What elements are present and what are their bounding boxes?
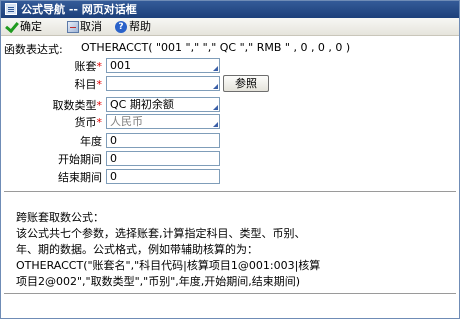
help-icon: ? (115, 20, 127, 33)
required-mark: * (96, 78, 103, 91)
required-mark: * (96, 116, 103, 129)
account-set-label-text: 账套 (74, 60, 97, 73)
currency-label: 货币* (1, 114, 103, 130)
window-title: 公式导航 -- 网页对话框 (21, 3, 137, 16)
value-type-select[interactable]: QC 期初余额 (106, 97, 220, 112)
cancel-icon (67, 20, 79, 33)
value-type-label-text: 取数类型 (52, 99, 97, 112)
subject-label: 科目* (1, 76, 103, 92)
divider-bottom (4, 293, 456, 294)
required-mark: * (96, 99, 103, 112)
subject-input[interactable] (106, 76, 220, 91)
required-mark: * (96, 60, 103, 73)
description-text: 该公式共七个参数，选择账套,计算指定科目、类型、币别、年、期的数据。公式格式，例… (16, 227, 321, 288)
ok-button[interactable]: 确定 (5, 19, 42, 34)
cancel-button[interactable]: 取消 (67, 19, 102, 34)
subject-label-text: 科目 (74, 78, 97, 91)
end-period-input[interactable]: 0 (106, 169, 220, 184)
account-set-select[interactable]: 001 (106, 58, 220, 73)
window-icon (5, 3, 17, 15)
currency-label-text: 货币 (74, 116, 97, 129)
account-set-label: 账套* (1, 58, 103, 74)
formula-expression: OTHERACCT( "001 "," "," QC "," RMB " , 0… (81, 41, 351, 54)
start-period-label: 开始期间 (58, 153, 102, 166)
description-title: 跨账套取数公式： (16, 211, 104, 224)
start-period-input[interactable]: 0 (106, 151, 220, 166)
year-input[interactable]: 0 (106, 133, 220, 148)
value-type-label: 取数类型* (1, 97, 103, 113)
dialog-window: 公式导航 -- 网页对话框 确定 取消 ? 帮助 函数表达式: OTHERACC… (0, 0, 460, 319)
year-label: 年度 (80, 135, 102, 148)
currency-select[interactable]: 人民币 (106, 114, 220, 129)
reference-button[interactable]: 参照 (223, 75, 269, 92)
end-period-label: 结束期间 (58, 171, 102, 184)
help-label: 帮助 (129, 20, 151, 33)
checkmark-icon (5, 20, 18, 33)
help-button[interactable]: ? 帮助 (115, 19, 151, 34)
title-bar: 公式导航 -- 网页对话框 (1, 1, 459, 18)
cancel-label: 取消 (80, 20, 102, 33)
ok-label: 确定 (20, 20, 42, 33)
toolbar: 确定 取消 ? 帮助 (1, 18, 459, 36)
divider-top (4, 191, 456, 192)
formula-label: 函数表达式: (4, 43, 63, 56)
